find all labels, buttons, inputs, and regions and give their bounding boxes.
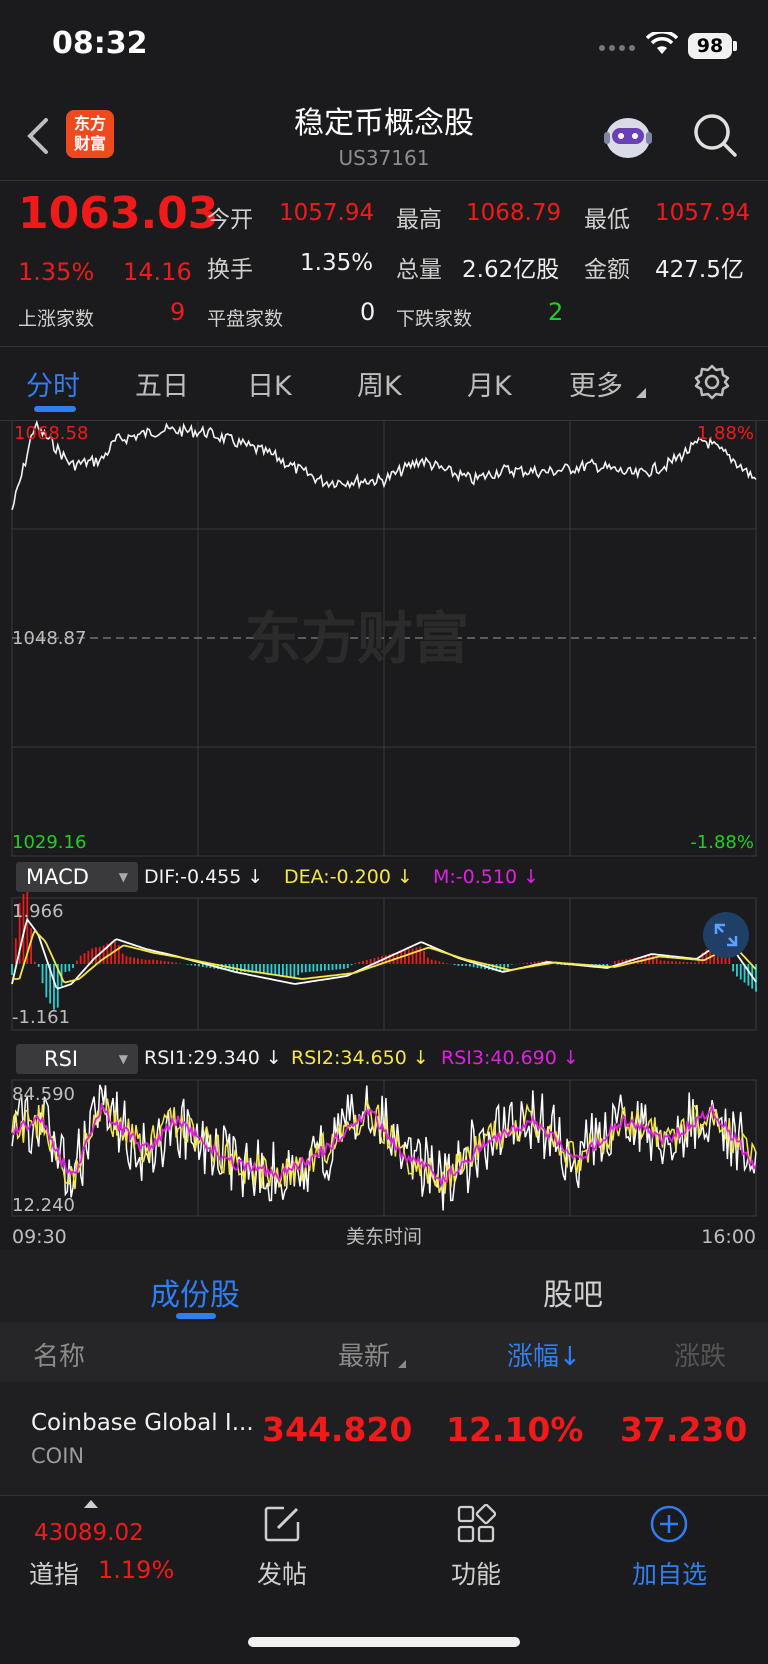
flat-count-label: 平盘家数 <box>207 308 284 330</box>
rsi-bottom-label: 12.240 <box>12 1195 75 1216</box>
rsi3-value: RSI3:40.690 ↓ <box>441 1047 579 1069</box>
low-label: 最低 <box>584 207 630 233</box>
signal-dots-icon <box>599 45 635 51</box>
volume-value: 2.62亿股 <box>462 257 560 283</box>
tab-intraday[interactable]: 分时 <box>26 364 80 403</box>
divider <box>0 180 768 181</box>
high-value: 1068.79 <box>466 200 562 226</box>
amount-value: 427.5亿 <box>655 257 744 283</box>
index-value[interactable]: 43089.02 <box>34 1520 144 1546</box>
battery-nub <box>733 41 737 51</box>
status-time: 08:32 <box>52 26 148 61</box>
time-start: 09:30 <box>12 1226 67 1248</box>
change-percent: 1.35% <box>18 258 95 286</box>
tab-weekly-k[interactable]: 周K <box>357 364 402 403</box>
triangle-down-icon <box>636 388 646 398</box>
index-name[interactable]: 道指 <box>29 1555 79 1591</box>
col-name[interactable]: 名称 <box>33 1336 85 1373</box>
tab-five-day[interactable]: 五日 <box>135 364 189 403</box>
col-pct[interactable]: 涨幅↓ <box>507 1336 581 1373</box>
functions-button[interactable]: 功能 <box>451 1555 501 1591</box>
open-value: 1057.94 <box>279 200 375 226</box>
divider <box>0 346 768 347</box>
watermark: 东方财富 <box>245 607 469 670</box>
tab-more[interactable]: 更多 <box>569 364 623 403</box>
time-zone-label: 美东时间 <box>346 1226 422 1248</box>
sort-indicator-icon <box>398 1360 406 1368</box>
row-pct: 12.10% <box>446 1410 584 1449</box>
macd-selector-label: MACD <box>26 865 89 889</box>
tab-forum[interactable]: 股吧 <box>543 1270 603 1314</box>
rsi-selector[interactable]: RSI ▼ <box>16 1044 138 1074</box>
macd-bottom-label: -1.161 <box>12 1007 70 1028</box>
axis-high-label: 1068.58 <box>14 423 88 444</box>
rsi-selector-label: RSI <box>44 1047 79 1071</box>
turnover-label: 换手 <box>207 257 253 283</box>
rsi1-value: RSI1:29.340 ↓ <box>144 1047 282 1069</box>
tab-constituents[interactable]: 成份股 <box>150 1270 240 1314</box>
macd-m-value: M:-0.510 ↓ <box>433 866 540 888</box>
axis-pct-high: 1.88% <box>697 423 754 444</box>
grid-apps-icon[interactable] <box>456 1504 496 1544</box>
wifi-icon <box>646 32 678 54</box>
time-end: 16:00 <box>701 1226 756 1248</box>
col-latest[interactable]: 最新 <box>338 1336 390 1373</box>
flat-count: 0 <box>360 298 376 326</box>
compose-icon[interactable] <box>262 1504 302 1544</box>
rsi2-value: RSI2:34.650 ↓ <box>291 1047 429 1069</box>
constituents-tab-underline <box>176 1313 216 1319</box>
row-change: 37.230 <box>620 1410 748 1449</box>
macd-grid <box>197 898 571 1030</box>
open-label: 今开 <box>207 207 253 233</box>
macd-top-label: 1.966 <box>12 901 64 922</box>
tab-monthly-k[interactable]: 月K <box>467 364 512 403</box>
row-stock-name: Coinbase Global I... <box>31 1410 254 1436</box>
search-icon[interactable] <box>692 112 738 158</box>
row-latest: 344.820 <box>262 1410 413 1449</box>
turnover-value: 1.35% <box>300 250 374 276</box>
change-amount: 14.16 <box>123 258 192 286</box>
dropdown-icon: ▼ <box>118 1052 128 1066</box>
rsi-top-label: 84.590 <box>12 1084 75 1105</box>
axis-pct-low: -1.88% <box>690 832 754 853</box>
dropdown-icon: ▼ <box>118 870 128 884</box>
axis-low-label: 1029.16 <box>12 832 86 853</box>
macd-dif-value: DIF:-0.455 ↓ <box>144 866 264 888</box>
tab-daily-k[interactable]: 日K <box>247 364 292 403</box>
amount-label: 金额 <box>584 257 630 283</box>
add-circle-icon[interactable] <box>649 1504 689 1544</box>
battery-icon: 98 <box>688 33 732 59</box>
axis-mid-label: 1048.87 <box>12 628 86 649</box>
home-indicator <box>248 1637 520 1647</box>
row-stock-code: COIN <box>31 1444 85 1468</box>
down-count-label: 下跌家数 <box>396 308 473 330</box>
caret-up-icon[interactable] <box>84 1500 98 1508</box>
up-count: 9 <box>170 298 186 326</box>
macd-dea-value: DEA:-0.200 ↓ <box>284 866 413 888</box>
index-pct[interactable]: 1.19% <box>98 1556 174 1584</box>
up-count-label: 上涨家数 <box>18 308 95 330</box>
add-watchlist-button[interactable]: 加自选 <box>632 1555 707 1591</box>
robot-assistant-icon[interactable] <box>600 110 656 162</box>
low-value: 1057.94 <box>655 200 751 226</box>
expand-button[interactable] <box>703 912 749 958</box>
down-count: 2 <box>548 298 564 326</box>
col-change[interactable]: 涨跌 <box>674 1336 726 1373</box>
settings-gear-icon[interactable] <box>694 364 730 400</box>
post-button[interactable]: 发帖 <box>257 1555 307 1591</box>
macd-selector[interactable]: MACD ▼ <box>16 862 138 892</box>
intraday-chart[interactable]: 东方财富 1068.58 1048.87 1029.16 1.88% -1.88… <box>0 420 768 1250</box>
volume-label: 总量 <box>396 257 442 283</box>
tab-active-underline <box>34 406 76 412</box>
current-price: 1063.03 <box>18 188 219 239</box>
high-label: 最高 <box>396 207 442 233</box>
